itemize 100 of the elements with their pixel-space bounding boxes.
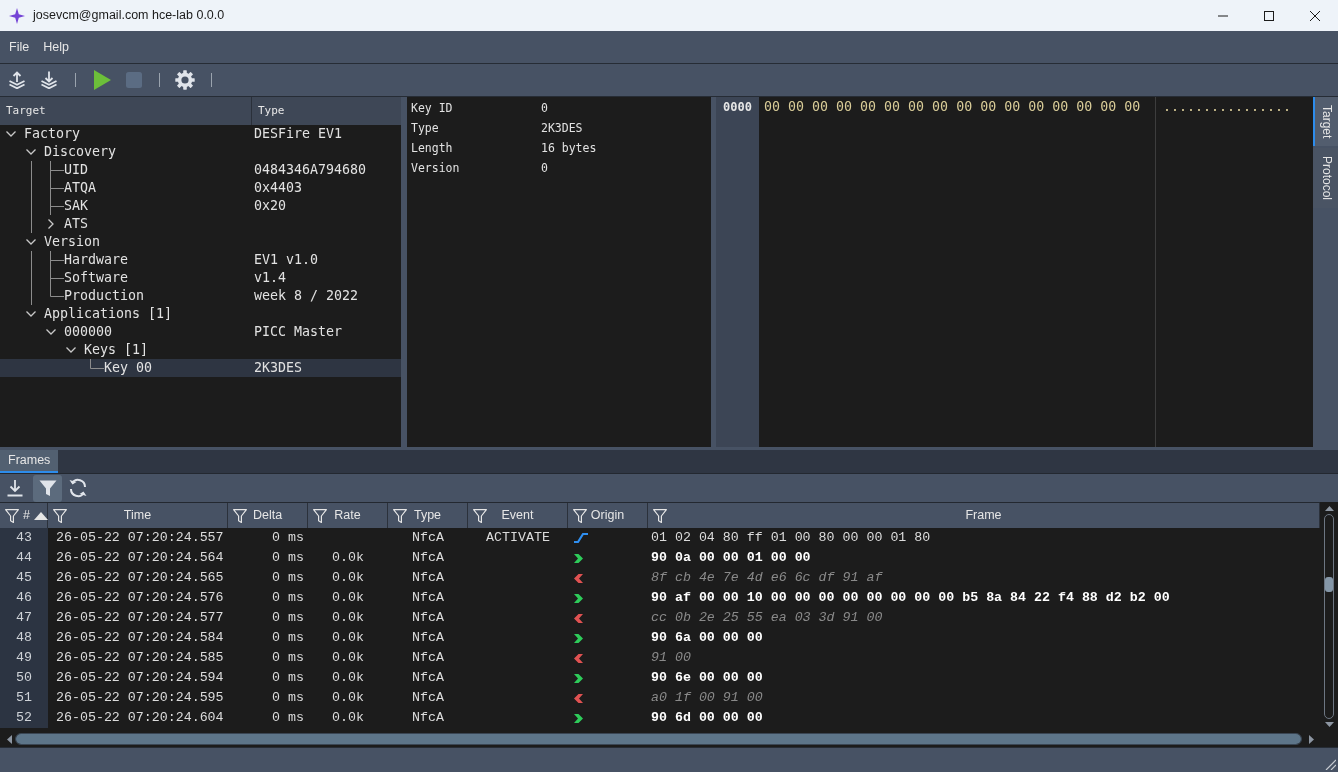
table-cell-text: 26-05-22 07:20:24.594: [55, 669, 225, 687]
tree-node-label: ATQA: [64, 180, 97, 196]
arrow-left-icon[interactable]: [7, 734, 12, 744]
chevron-down-icon[interactable]: [26, 149, 36, 155]
tree-node-value: 0x20: [254, 198, 287, 214]
table-cell-text: NfcA: [411, 709, 445, 727]
column-header[interactable]: Rate: [329, 508, 366, 523]
panel-tab[interactable]: Frames: [0, 450, 59, 473]
column-header[interactable]: Origin: [589, 508, 626, 523]
maximize-icon: [1264, 10, 1274, 21]
table-cell-text: 0 ms: [271, 689, 305, 707]
scrollbar-thumb[interactable]: [1325, 577, 1333, 592]
table-cell-text: 90 6a 00 00 00: [650, 629, 764, 647]
tree-row[interactable]: ATQA 0x4403: [0, 179, 401, 197]
menu-item[interactable]: File: [5, 37, 34, 57]
table-cell-text: 0 ms: [271, 529, 305, 547]
column-header[interactable]: Type: [258, 104, 285, 118]
scrollbar-thumb[interactable]: [16, 734, 1301, 744]
column-header[interactable]: Delta: [249, 508, 286, 523]
filter-icon[interactable]: [573, 508, 587, 523]
filter-icon[interactable]: [653, 508, 667, 523]
chevron-left-icon: [574, 653, 583, 663]
arrow-down-icon[interactable]: [1324, 722, 1334, 727]
chevron-down-icon[interactable]: [66, 347, 76, 353]
table-cell-text: 26-05-22 07:20:24.577: [55, 609, 225, 627]
tree-node-label: Software: [64, 270, 129, 286]
column-header[interactable]: #: [23, 508, 30, 523]
ascii-text: ................: [1163, 99, 1293, 115]
column-header[interactable]: Target: [6, 104, 46, 118]
table-cell-text: 0.0k: [331, 549, 365, 567]
filter-icon[interactable]: [5, 508, 19, 523]
filter-icon[interactable]: [393, 508, 407, 523]
row-number: 47: [0, 608, 48, 628]
column-header[interactable]: Time: [69, 508, 206, 523]
minimize-icon: [1218, 14, 1228, 17]
chevron-right-icon[interactable]: [48, 219, 54, 229]
chevron-right-icon: [574, 713, 583, 723]
row-number: 49: [0, 648, 48, 668]
layers-download-icon: [40, 71, 58, 89]
tree-row[interactable]: Keys [1]: [0, 341, 401, 359]
tree-node-label: 000000: [64, 324, 113, 340]
filter-icon[interactable]: [233, 508, 247, 523]
filter-button[interactable]: [33, 474, 62, 502]
resize-grip-icon[interactable]: [1325, 759, 1336, 770]
column-header[interactable]: Frame: [669, 508, 1298, 523]
table-cell-text: 0 ms: [271, 629, 305, 647]
tree-row[interactable]: Version: [0, 233, 401, 251]
property-label: Key ID: [410, 102, 454, 116]
menu-item[interactable]: Help: [39, 37, 73, 57]
hex-offset: 0000: [722, 99, 753, 115]
refresh-icon: [68, 478, 88, 498]
tree-node-label: Discovery: [44, 144, 117, 160]
filter-icon[interactable]: [313, 508, 327, 523]
table-cell-text: NfcA: [411, 689, 445, 707]
table-cell-text: NfcA: [411, 549, 445, 567]
tree-row[interactable]: UID 0484346A794680: [0, 161, 401, 179]
tree-node-label: Production: [64, 288, 145, 304]
window-title: josevcm@gmail.com hce-lab 0.0.0: [33, 8, 225, 23]
filter-icon[interactable]: [473, 508, 487, 523]
column-header[interactable]: Event: [489, 508, 546, 523]
property-label: Type: [410, 122, 440, 136]
row-number: 50: [0, 668, 48, 688]
table-cell-text: 26-05-22 07:20:24.564: [55, 549, 225, 567]
tree-row[interactable]: Production week 8 / 2022: [0, 287, 401, 305]
tree-node-value: 0484346A794680: [254, 162, 367, 178]
tree-row[interactable]: Software v1.4: [0, 269, 401, 287]
property-label: Length: [410, 142, 454, 156]
table-cell-text: NfcA: [411, 589, 445, 607]
table-cell-text: 0 ms: [271, 649, 305, 667]
table-cell-text: 0 ms: [271, 709, 305, 727]
side-tab[interactable]: Target: [1313, 97, 1338, 147]
filter-icon: [38, 479, 57, 497]
table-cell-text: NfcA: [411, 529, 445, 547]
chevron-down-icon[interactable]: [26, 239, 36, 245]
table-cell-text: 0.0k: [331, 569, 365, 587]
table-cell-text: 0 ms: [271, 589, 305, 607]
chevron-down-icon[interactable]: [26, 311, 36, 317]
table-cell-text: NfcA: [411, 609, 445, 627]
table-cell-text: 26-05-22 07:20:24.584: [55, 629, 225, 647]
table-cell-text: 26-05-22 07:20:24.585: [55, 649, 225, 667]
tree-row[interactable]: ATS: [0, 215, 401, 233]
arrow-up-icon[interactable]: [1324, 506, 1334, 511]
filter-icon[interactable]: [53, 508, 67, 523]
tree-row[interactable]: Discovery: [0, 143, 401, 161]
table-cell-text: NfcA: [411, 629, 445, 647]
app-logo-icon: [9, 7, 25, 24]
table-cell-text: 0 ms: [271, 609, 305, 627]
chevron-down-icon[interactable]: [46, 329, 56, 335]
table-cell-text: 0 ms: [271, 569, 305, 587]
column-header[interactable]: Type: [409, 508, 446, 523]
tree-node-label: Keys [1]: [84, 342, 149, 358]
tree-row[interactable]: Applications [1]: [0, 305, 401, 323]
chevron-down-icon[interactable]: [6, 131, 16, 137]
arrow-right-icon[interactable]: [1309, 734, 1314, 744]
table-cell-text: 0 ms: [271, 669, 305, 687]
tree-row[interactable]: Hardware EV1 v1.0: [0, 251, 401, 269]
tree-row[interactable]: Factory DESFire EV1: [0, 125, 401, 143]
tree-row[interactable]: SAK 0x20: [0, 197, 401, 215]
tree-row[interactable]: 000000 PICC Master: [0, 323, 401, 341]
tree-row[interactable]: Key 00 2K3DES: [0, 359, 401, 377]
